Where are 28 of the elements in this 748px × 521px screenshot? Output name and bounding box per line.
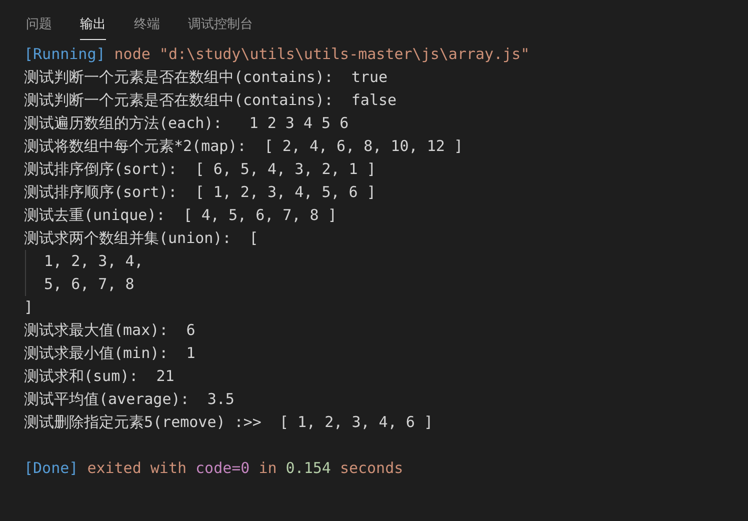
- status-text: 0.154: [286, 458, 331, 479]
- status-text: code=0: [196, 458, 250, 479]
- panel-tab[interactable]: 输出: [80, 12, 106, 40]
- output-line: 测试求最大值(max): 6: [24, 320, 196, 341]
- output-line: 测试求和(sum): 21: [24, 366, 174, 387]
- output-line: 测试求最小值(min): 1: [24, 343, 196, 364]
- status-text: [Running]: [24, 44, 106, 65]
- output-line: 测试判断一个元素是否在数组中(contains): true: [24, 67, 388, 88]
- panel-tab[interactable]: 问题: [26, 12, 52, 40]
- output-line: 测试排序顺序(sort): [ 1, 2, 3, 4, 5, 6 ]: [24, 182, 376, 203]
- status-text: in: [258, 458, 277, 479]
- output-line: 测试将数组中每个元素*2(map): [ 2, 4, 6, 8, 10, 12 ]: [24, 136, 463, 157]
- status-text: [Done]: [24, 458, 78, 479]
- output-line: 5, 6, 7, 8: [44, 274, 134, 295]
- status-text: exited with: [87, 458, 187, 479]
- status-text: node "d:\study\utils\utils-master\js\array.js": [114, 44, 530, 65]
- output-line: 测试去重(unique): [ 4, 5, 6, 7, 8 ]: [24, 205, 337, 226]
- output-line: 测试求两个数组并集(union): [: [24, 228, 258, 249]
- output-line: 测试删除指定元素5(remove) :>> [ 1, 2, 3, 4, 6 ]: [24, 412, 433, 433]
- output-line: 1, 2, 3, 4,: [44, 251, 144, 272]
- output-line: ]: [24, 297, 34, 318]
- output-line: 测试平均值(average): 3.5: [24, 389, 234, 410]
- output-line: 测试排序倒序(sort): [ 6, 5, 4, 3, 2, 1 ]: [24, 159, 376, 180]
- output-line: 测试遍历数组的方法(each): 1 2 3 4 5 6: [24, 113, 349, 134]
- panel-tab[interactable]: 终端: [134, 12, 160, 40]
- status-text: seconds: [340, 458, 404, 479]
- output-line: 测试判断一个元素是否在数组中(contains): false: [24, 90, 397, 111]
- panel-tab[interactable]: 调试控制台: [188, 12, 253, 40]
